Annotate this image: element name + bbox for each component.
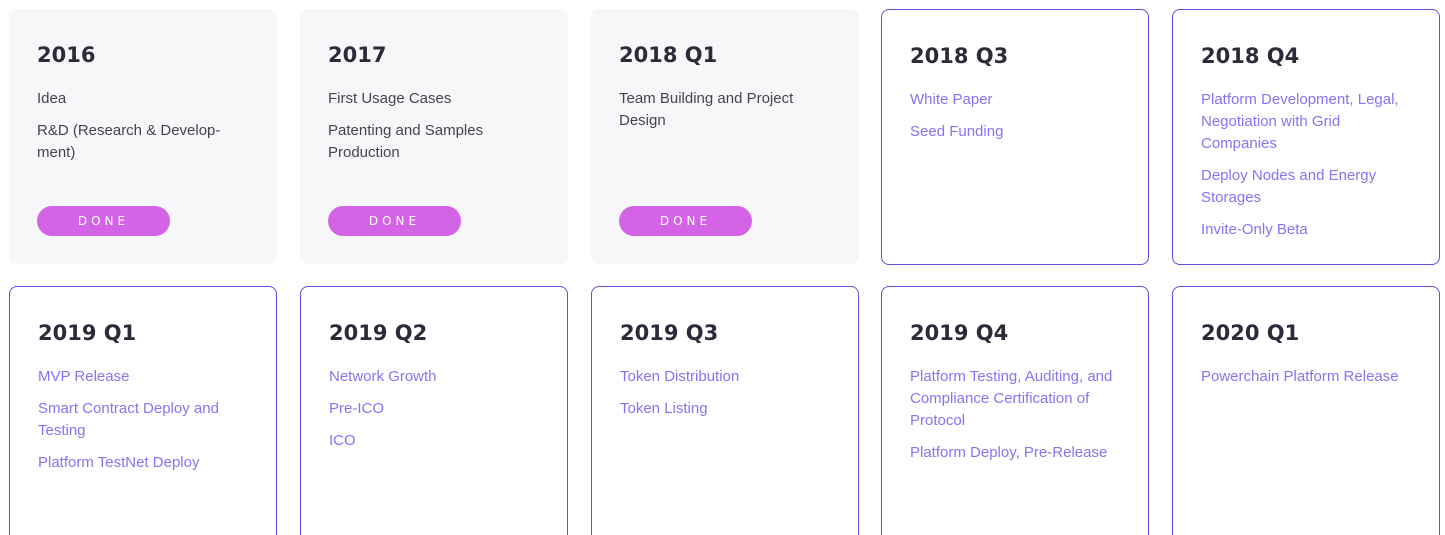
milestone-card-2017: 2017 First Usage Cases Patenting and Sam… — [300, 9, 568, 264]
milestone-card-2016: 2016 Idea R&D (Research & Develop-ment) … — [9, 9, 277, 264]
milestone-card-2019-q2: 2019 Q2 Network Growth Pre-ICO ICO — [300, 286, 568, 535]
milestone-item: Platform Deploy, Pre-Release — [910, 444, 1108, 461]
done-badge: DONE — [619, 206, 752, 236]
milestone-title: 2018 Q1 — [619, 43, 718, 67]
milestone-card-2019-q4: 2019 Q4 Platform Testing, Auditing, and … — [881, 286, 1149, 535]
milestone-title: 2018 Q4 — [1201, 44, 1300, 68]
milestone-item: R&D (Research & Develop-ment) — [37, 122, 221, 161]
milestone-title: 2019 Q1 — [38, 321, 137, 345]
milestone-item: Invite-Only Beta — [1201, 221, 1308, 238]
milestone-item: Platform Development, Legal, Negotiation… — [1201, 91, 1399, 152]
milestone-card-2020-q1: 2020 Q1 Powerchain Platform Release — [1172, 286, 1440, 535]
milestone-title: 2019 Q4 — [910, 321, 1009, 345]
milestone-card-2018-q4: 2018 Q4 Platform Development, Legal, Neg… — [1172, 9, 1440, 265]
milestone-item: Deploy Nodes and Energy Storages — [1201, 167, 1377, 206]
milestone-item: Platform TestNet Deploy — [38, 454, 200, 471]
milestone-title: 2020 Q1 — [1201, 321, 1300, 345]
milestone-title: 2017 — [328, 43, 387, 67]
milestone-item: Idea — [37, 90, 67, 107]
milestone-item: First Usage Cases — [328, 90, 452, 107]
milestone-item: Platform Testing, Auditing, and Complian… — [910, 368, 1113, 429]
done-badge: DONE — [37, 206, 170, 236]
milestone-card-2019-q1: 2019 Q1 MVP Release Smart Contract Deplo… — [9, 286, 277, 535]
done-badge: DONE — [328, 206, 461, 236]
milestone-title: 2019 Q3 — [620, 321, 719, 345]
milestone-item: Token Listing — [620, 400, 708, 417]
milestone-item: Token Distribution — [620, 368, 740, 385]
milestone-card-2019-q3: 2019 Q3 Token Distribution Token Listing — [591, 286, 859, 535]
milestone-item: Patenting and Samples Production — [328, 122, 484, 161]
milestone-item: ICO — [329, 432, 356, 449]
milestone-card-2018-q1: 2018 Q1 Team Building and Project Design… — [591, 9, 859, 264]
milestone-title: 2018 Q3 — [910, 44, 1009, 68]
milestone-item: MVP Release — [38, 368, 130, 385]
milestone-title: 2016 — [37, 43, 96, 67]
milestone-title: 2019 Q2 — [329, 321, 428, 345]
milestone-item: Powerchain Platform Release — [1201, 368, 1399, 385]
milestone-item: Pre-ICO — [329, 400, 385, 417]
milestone-card-2018-q3: 2018 Q3 White Paper Seed Funding — [881, 9, 1149, 265]
milestone-item: White Paper — [910, 91, 993, 108]
milestone-item: Seed Funding — [910, 123, 1004, 140]
milestone-item: Team Building and Project Design — [619, 90, 794, 129]
milestone-item: Smart Contract Deploy and Testing — [38, 400, 219, 439]
milestone-item: Network Growth — [329, 368, 437, 385]
